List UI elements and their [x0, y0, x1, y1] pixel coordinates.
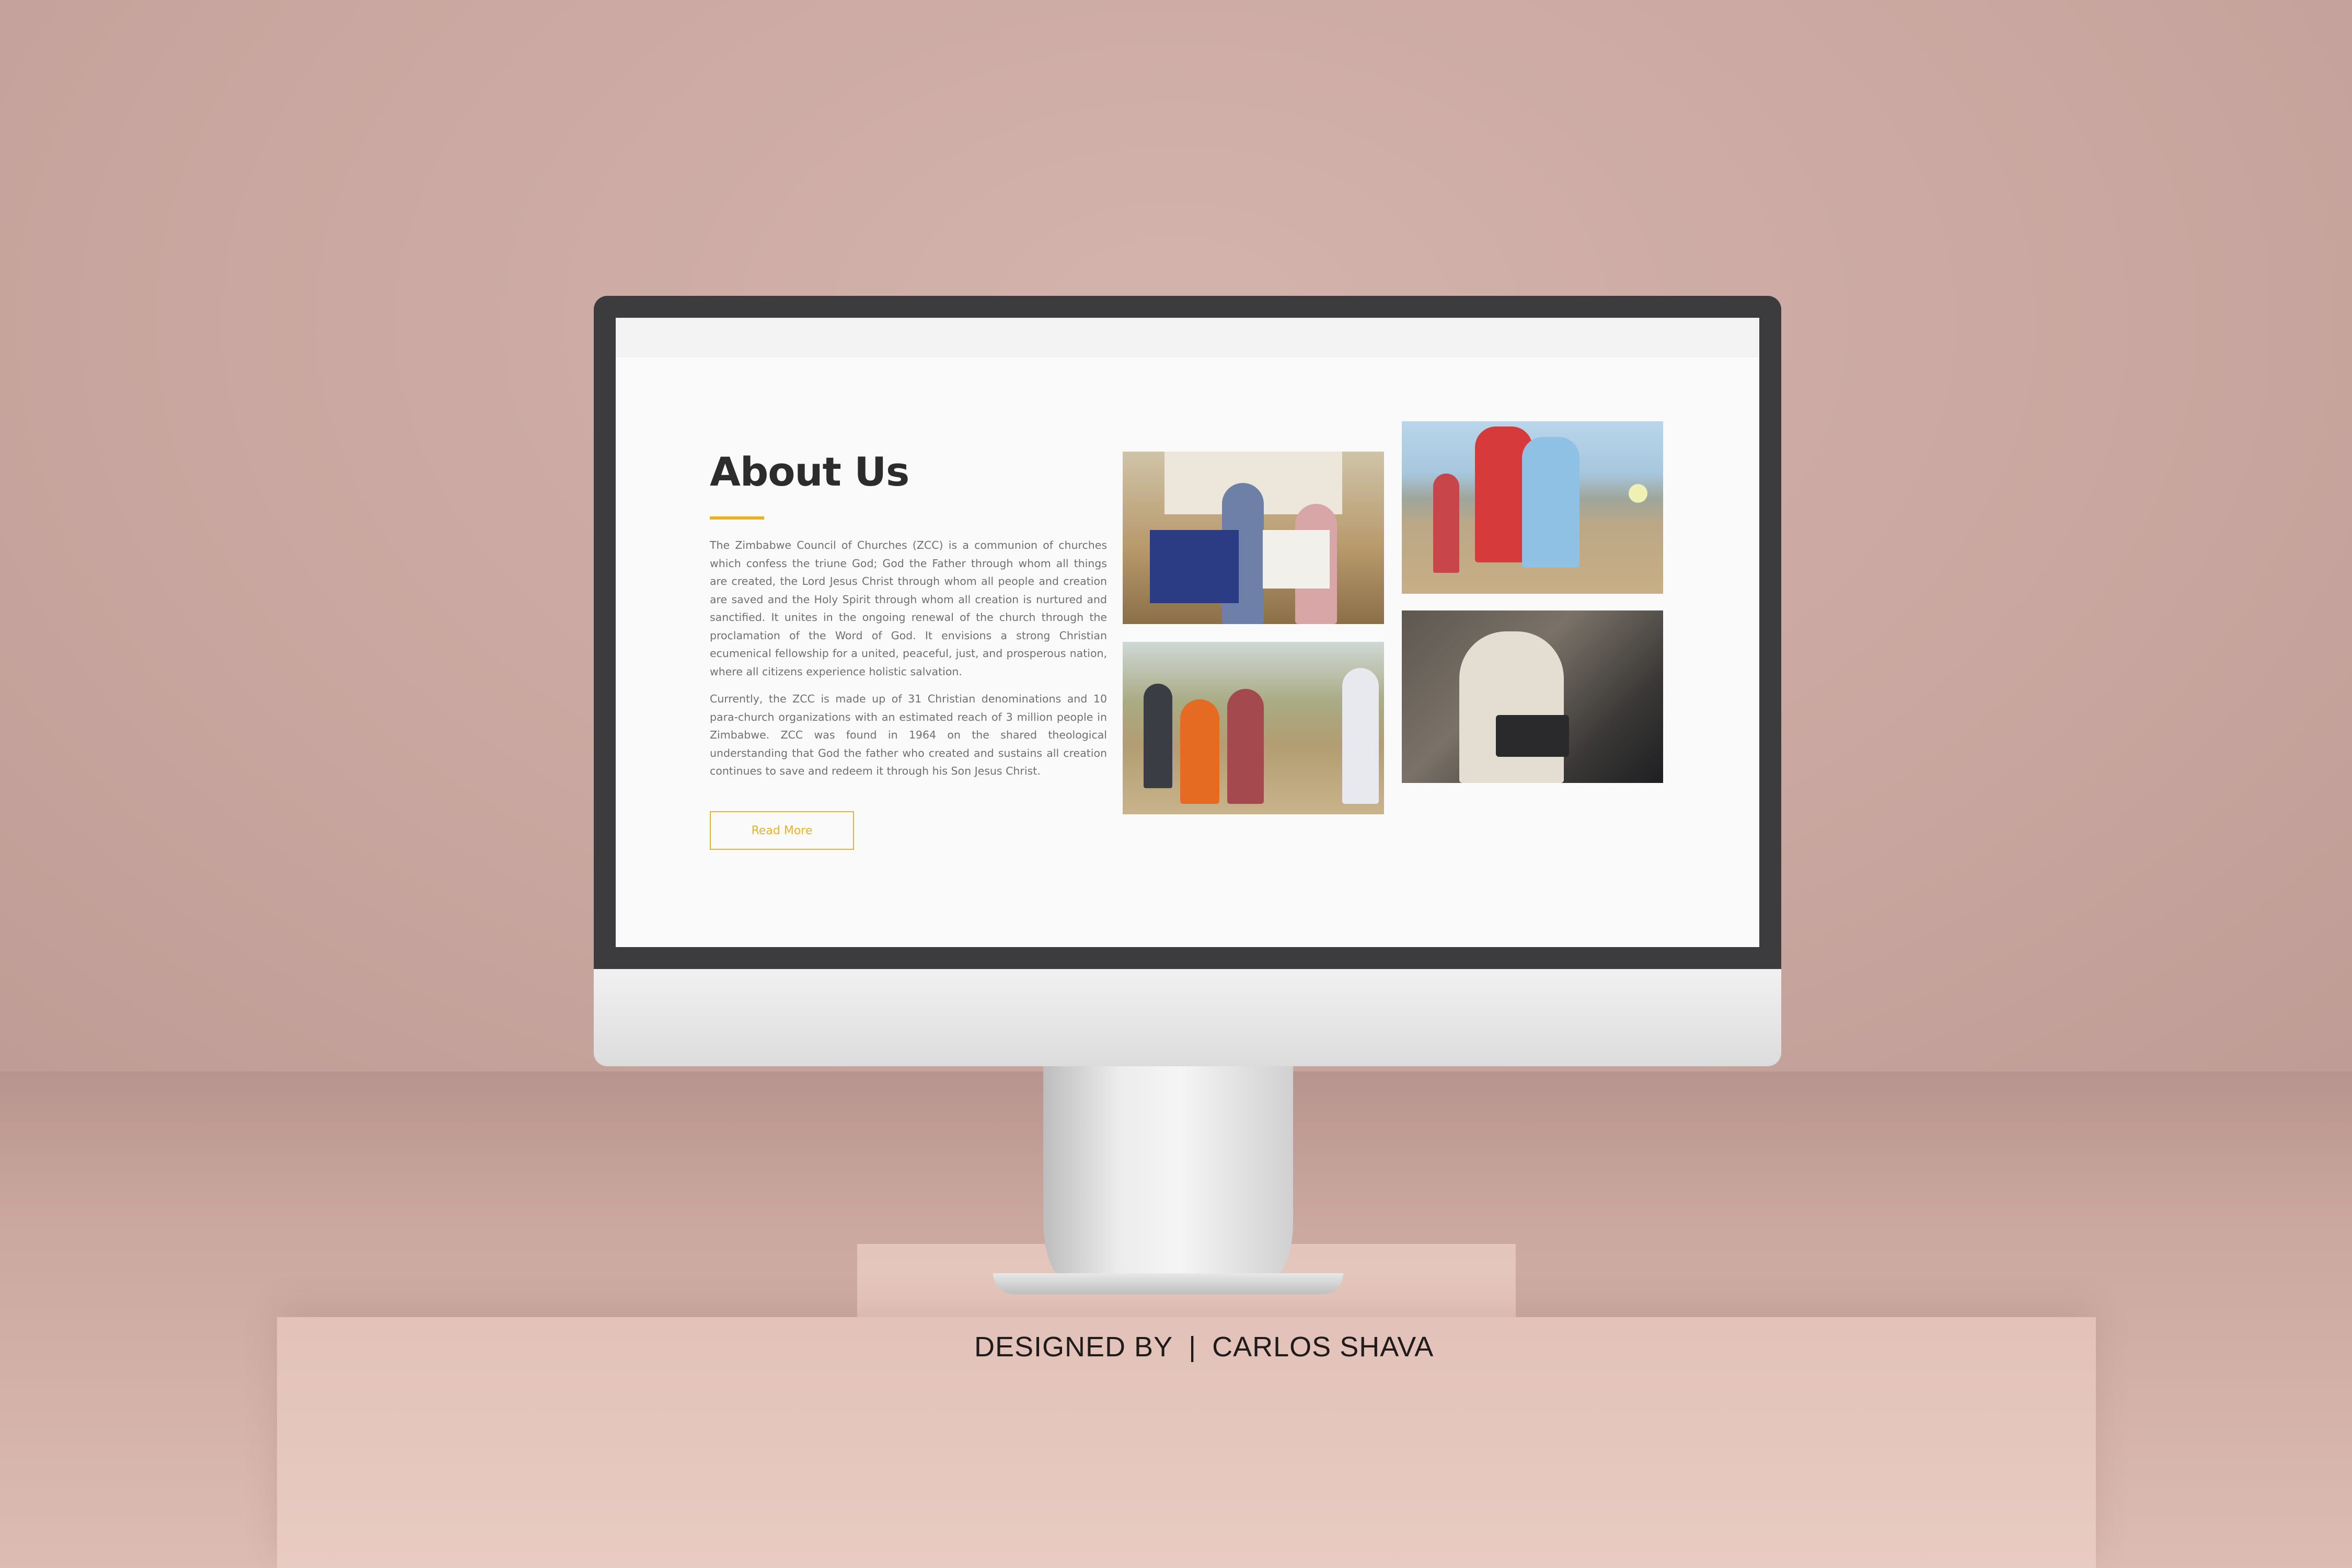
ball-shape	[1629, 484, 1647, 503]
designer-credit: DESIGNED BY | CARLOS SHAVA	[974, 1331, 1434, 1363]
zcc-banner-photo	[1123, 452, 1384, 624]
monitor-stand	[1043, 1066, 1293, 1286]
monitor-mockup: About Us The Zimbabwe Council of Churche…	[594, 296, 1781, 1066]
about-paragraph-2: Currently, the ZCC is made up of 31 Chri…	[710, 693, 1107, 777]
sign-shape	[1150, 530, 1239, 603]
credit-separator: |	[1189, 1331, 1197, 1363]
player-shape	[1433, 474, 1459, 573]
person-shape	[1144, 684, 1172, 788]
about-paragraph-1: The Zimbabwe Council of Churches (ZCC) i…	[710, 539, 1107, 678]
site-header-bar	[616, 318, 1759, 357]
monitor-chin	[594, 969, 1781, 1066]
title-underline	[710, 516, 764, 520]
section-title: About Us	[710, 448, 909, 495]
podium-shape	[1496, 715, 1569, 757]
person-shape	[1180, 699, 1219, 804]
credit-label: DESIGNED BY	[974, 1331, 1173, 1363]
field-visit-photo	[1123, 642, 1384, 814]
sign-shape	[1263, 530, 1330, 589]
football-match-photo	[1402, 421, 1663, 594]
monitor-bezel: About Us The Zimbabwe Council of Churche…	[594, 296, 1781, 969]
credit-designer: CARLOS SHAVA	[1212, 1331, 1434, 1363]
monitor-stand-base	[993, 1273, 1343, 1294]
player-shape	[1522, 437, 1579, 568]
speaker-shape	[1459, 631, 1564, 783]
speaker-podium-photo	[1402, 610, 1663, 783]
person-shape	[1342, 668, 1379, 804]
read-more-button[interactable]: Read More	[710, 811, 854, 850]
person-shape	[1227, 689, 1264, 804]
website-screen: About Us The Zimbabwe Council of Churche…	[616, 318, 1759, 947]
